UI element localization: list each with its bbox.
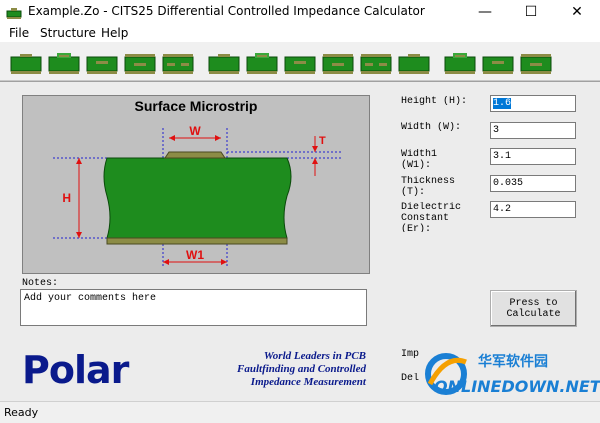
calculate-line2: Calculate: [506, 308, 561, 320]
onlinedown-watermark: 华军软件园 ONLINEDOWN.NET: [425, 353, 600, 396]
pcb-structure-icon: [10, 54, 42, 74]
status-text: Ready: [4, 406, 39, 419]
calculate-button[interactable]: Press to Calculate: [490, 290, 577, 327]
notes-label: Notes:: [22, 278, 59, 289]
toolbar-coated-microstrip-button[interactable]: [46, 46, 80, 76]
menu-bar: File Structure Help: [0, 24, 600, 42]
dielectric-substrate: [103, 157, 292, 239]
toolbar-broadside-coupled-2-button[interactable]: [442, 46, 476, 76]
impedance-label: Imp: [401, 349, 420, 360]
pcb-structure-icon: [482, 56, 514, 74]
status-bar: Ready: [0, 401, 600, 423]
width1-label: Width1 (W1):: [401, 149, 438, 169]
structure-toolbar: [0, 42, 600, 81]
height-input[interactable]: 1.6: [490, 95, 576, 112]
thickness-input[interactable]: 0.035: [490, 175, 576, 192]
watermark-cn: 华军软件园: [478, 353, 548, 370]
pcb-structure-icon: [520, 54, 552, 74]
pcb-structure-icon: [444, 53, 476, 74]
watermark-text: ONLINEDOWN.NET: [434, 377, 600, 396]
height-label: Height (H):: [401, 96, 468, 107]
width-input[interactable]: 3: [490, 122, 576, 139]
minimize-button[interactable]: —: [462, 0, 508, 24]
tagline-line2: Faultfinding and Controlled: [237, 363, 366, 375]
window-title: Example.Zo - CITS25 Differential Control…: [28, 4, 425, 18]
toolbar-broadside-coupled-3-button[interactable]: [480, 46, 514, 76]
delay-label: Del: [401, 373, 420, 384]
thickness-label: Thickness (T):: [401, 176, 456, 196]
menu-help[interactable]: Help: [101, 26, 128, 40]
h-label: H: [62, 191, 71, 205]
pcb-structure-icon: [48, 53, 80, 74]
pcb-structure-icon: [124, 54, 156, 74]
toolbar-broadside-coupled-4-button[interactable]: [518, 46, 552, 76]
toolbar-edge-coupled-coated-button[interactable]: [244, 46, 278, 76]
dielectric-input[interactable]: 4.2: [490, 201, 576, 218]
toolbar-offset-stripline-2-button[interactable]: [160, 46, 194, 76]
pcb-structure-icon: [322, 54, 354, 74]
structure-diagram: Surface Microstrip W T H W1: [22, 95, 370, 274]
toolbar-edge-coupled-stripline-button[interactable]: [320, 46, 354, 76]
pcb-structure-icon: [284, 56, 316, 74]
pcb-structure-icon: [246, 53, 278, 74]
app-icon: [6, 8, 22, 19]
calculate-line1: Press to: [509, 297, 558, 309]
width-label: Width (W):: [401, 122, 462, 133]
dielectric-label: Dielectric Constant (Er):: [401, 202, 462, 232]
signal-trace: [164, 151, 226, 159]
microstrip-drawing: W T H W1: [53, 124, 341, 268]
t-label: T: [319, 135, 326, 147]
toolbar-broadside-coupled-1-button[interactable]: [396, 46, 430, 76]
toolbar-edge-coupled-offset-button[interactable]: [358, 46, 392, 76]
w1-label: W1: [186, 248, 204, 262]
notes-textarea[interactable]: Add your comments here: [20, 289, 367, 326]
tagline-line3: Impedance Measurement: [250, 376, 366, 388]
ground-plane: [106, 237, 288, 245]
pcb-structure-icon: [86, 56, 118, 74]
polar-logo: Polar: [22, 348, 129, 392]
toolbar-edge-coupled-surface-button[interactable]: [206, 46, 240, 76]
close-button[interactable]: ✕: [554, 0, 600, 24]
tagline-line1: World Leaders in PCB: [263, 350, 366, 362]
w-label: W: [189, 124, 201, 138]
pcb-structure-icon: [398, 54, 430, 74]
pcb-structure-icon: [208, 54, 240, 74]
toolbar-embedded-microstrip-button[interactable]: [84, 46, 118, 76]
menu-structure[interactable]: Structure: [40, 26, 96, 40]
pcb-structure-icon: [360, 54, 392, 74]
pcb-structure-icon: [162, 54, 194, 74]
title-bar: Example.Zo - CITS25 Differential Control…: [0, 0, 600, 24]
toolbar-edge-coupled-embedded-button[interactable]: [282, 46, 316, 76]
toolbar-offset-stripline-1-button[interactable]: [122, 46, 156, 76]
toolbar-surface-microstrip-button[interactable]: [8, 46, 42, 76]
menu-file[interactable]: File: [9, 26, 29, 40]
width1-input[interactable]: 3.1: [490, 148, 576, 165]
maximize-button[interactable]: ☐: [508, 0, 554, 24]
